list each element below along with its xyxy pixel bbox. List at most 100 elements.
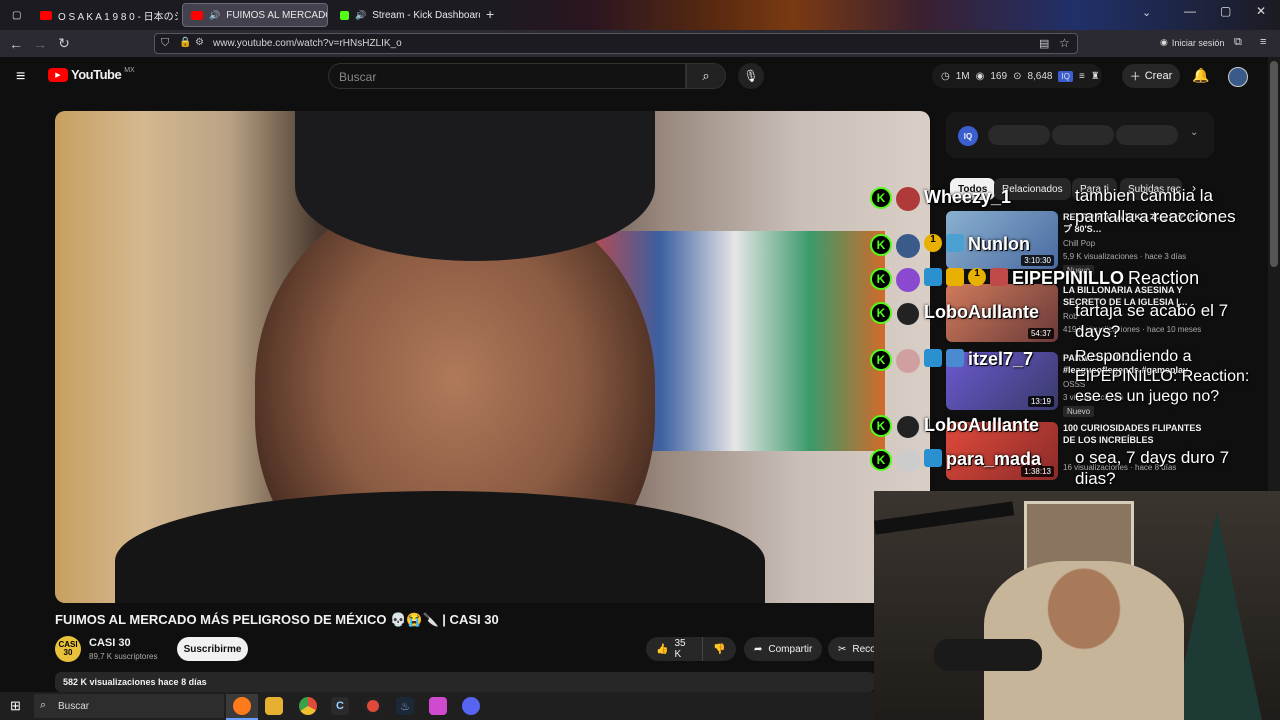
create-button[interactable]: ＋ Crear [1122, 64, 1180, 88]
extension-stats[interactable]: ◷ 1M ◉ 169 ⊙ 8,648 IQ ≡ ♜ [932, 64, 1102, 88]
minimize-button[interactable]: — [1184, 4, 1196, 18]
audio-icon[interactable]: 🔊 [355, 10, 366, 21]
channel-name[interactable]: CASI 30 [89, 637, 131, 649]
chat-username: Nunlon [968, 234, 1030, 254]
vidiq-icon[interactable]: IQ [1058, 70, 1073, 82]
new-badge: Nuevo [1063, 406, 1095, 417]
video-player[interactable] [55, 111, 930, 603]
taskbar-search[interactable]: ⌕ Buscar [34, 694, 224, 718]
voice-search-button[interactable]: 🎙 [738, 63, 764, 89]
webcam-overlay [874, 491, 1280, 720]
chat-avatar [896, 268, 920, 292]
sub-badge-icon: 1 [968, 268, 986, 286]
search-button[interactable]: ⌕ [686, 63, 726, 89]
kick-icon: K [870, 302, 892, 324]
chevron-down-icon[interactable]: ⌄ [1190, 127, 1198, 138]
vidiq-metric[interactable] [1052, 125, 1114, 145]
app-icon[interactable] [429, 697, 447, 715]
chat-username: LoboAullante [924, 415, 1039, 435]
new-tab-button[interactable]: + [486, 6, 494, 22]
sword-badge-icon [924, 449, 942, 467]
tab-label: O S A K A 1 9 8 0 - 日本のシティ [58, 11, 178, 23]
stat-live: 169 [990, 70, 1008, 82]
vidiq-metric[interactable] [1116, 125, 1178, 145]
chat-message: K LoboAullante [870, 415, 1039, 439]
mod-badge-icon [946, 234, 964, 252]
share-label: Compartir [768, 643, 813, 655]
signin-button[interactable]: ◉ Iniciar sesión [1160, 37, 1224, 48]
chrome-icon[interactable] [299, 697, 317, 715]
mic-arm-image [874, 501, 1015, 535]
tab-label: FUIMOS AL MERCADO MÁS [226, 9, 328, 21]
firefox-icon[interactable] [233, 697, 251, 715]
lock-icon[interactable]: 🔒 [179, 37, 191, 48]
reload-icon[interactable]: ↻ [52, 35, 76, 52]
tab-kick-dashboard[interactable]: 🔊 Stream - Kick Dashboard ✕ [332, 3, 480, 27]
account-avatar[interactable] [1228, 67, 1248, 87]
menu-icon[interactable]: ≡ [1260, 36, 1266, 48]
close-window-button[interactable]: ✕ [1256, 4, 1266, 18]
kick-icon: K [870, 268, 892, 290]
extensions-icon[interactable]: ⧉ [1234, 36, 1242, 49]
steam-icon[interactable]: ♨ [396, 697, 414, 715]
windows-start-icon[interactable]: ⊞ [10, 698, 21, 714]
video-title[interactable]: 100 CURIOSIDADES FLIPANTES DE LOS INCREÍ… [1063, 422, 1213, 446]
chat-message: K para_mada [870, 449, 1041, 473]
url-bar[interactable]: ⛉ 🔒 ⚙ www.youtube.com/watch?v=rHNsHZLIK_… [154, 33, 1078, 54]
tab-overview-icon[interactable]: ▢ [4, 3, 30, 27]
shield-icon[interactable]: ⛉ [161, 37, 169, 50]
search-input[interactable]: Buscar [328, 63, 686, 89]
scissors-icon: ✂ [838, 643, 847, 655]
back-icon[interactable]: ← [4, 36, 28, 52]
kick-icon: K [870, 415, 892, 437]
kick-favicon-icon [340, 10, 349, 20]
reader-view-icon[interactable]: ▤ [1039, 37, 1049, 50]
tab-osaka[interactable]: O S A K A 1 9 8 0 - 日本のシティ [32, 3, 178, 27]
chat-message-text: o sea, 7 days duro 7 dias? [1075, 448, 1230, 488]
youtube-logo[interactable]: ▶ YouTube MX [48, 67, 135, 82]
duration-badge: 54:37 [1027, 328, 1054, 339]
obs-icon[interactable] [364, 697, 382, 715]
chat-avatar [896, 302, 920, 326]
bookmark-star-icon[interactable]: ☆ [1059, 36, 1070, 50]
file-explorer-icon[interactable] [265, 697, 283, 715]
maximize-button[interactable]: ▢ [1220, 4, 1231, 18]
notifications-bell-icon[interactable]: 🔔 [1192, 67, 1209, 84]
channel-avatar[interactable]: CASI 30 [55, 636, 81, 662]
tab-current-video[interactable]: 🔊 FUIMOS AL MERCADO MÁS ✕ [182, 3, 328, 27]
subscribe-button[interactable]: Suscribirme [177, 637, 248, 661]
permissions-icon[interactable]: ⚙ [195, 37, 204, 48]
discord-icon[interactable] [462, 697, 480, 715]
scrollbar-thumb[interactable] [1270, 61, 1278, 267]
crown-badge-icon [946, 268, 964, 286]
chart-icon: ⊙ [1013, 70, 1022, 82]
share-button[interactable]: ➦ Compartir [744, 637, 822, 661]
subscribe-label: Suscribirme [183, 643, 242, 655]
chat-message: K LoboAullante [870, 302, 1039, 326]
tab-label: Stream - Kick Dashboard [372, 9, 480, 21]
chat-avatar [896, 349, 920, 373]
video-description[interactable]: 582 K visualizaciones hace 8 días [55, 672, 875, 692]
clip-button[interactable]: ✂ Reco [828, 637, 874, 661]
trophy-icon[interactable]: ♜ [1091, 71, 1100, 82]
video-meta: 5,9 K visualizaciones · hace 3 días [1063, 252, 1187, 261]
vidiq-metric[interactable] [988, 125, 1050, 145]
chat-message-text: tambien cambia la pantalla a reacciones [1075, 186, 1236, 226]
vidiq-logo-icon[interactable]: IQ [958, 126, 978, 146]
c-app-icon[interactable]: C [331, 697, 349, 715]
like-button[interactable]: 👍 35 K [646, 637, 702, 661]
plus-icon: ＋ [1129, 71, 1141, 83]
channel-name[interactable]: Chill Pop [1063, 239, 1095, 248]
list-icon[interactable]: ≡ [1079, 71, 1085, 82]
thumbs-up-icon: 👍 [656, 643, 669, 655]
audio-icon[interactable]: 🔊 [209, 10, 220, 21]
hamburger-menu-icon[interactable]: ≡ [16, 68, 25, 86]
chat-avatar [896, 234, 920, 258]
sword-badge-icon [924, 268, 942, 286]
page-scrollbar[interactable] [1268, 57, 1280, 492]
forward-icon[interactable]: → [28, 36, 52, 52]
tab-list-icon[interactable]: ⌄ [1142, 6, 1151, 19]
chat-username: para_mada [946, 449, 1042, 469]
dislike-button[interactable]: 👎 [702, 637, 736, 661]
account-icon: ◉ [1160, 37, 1168, 47]
